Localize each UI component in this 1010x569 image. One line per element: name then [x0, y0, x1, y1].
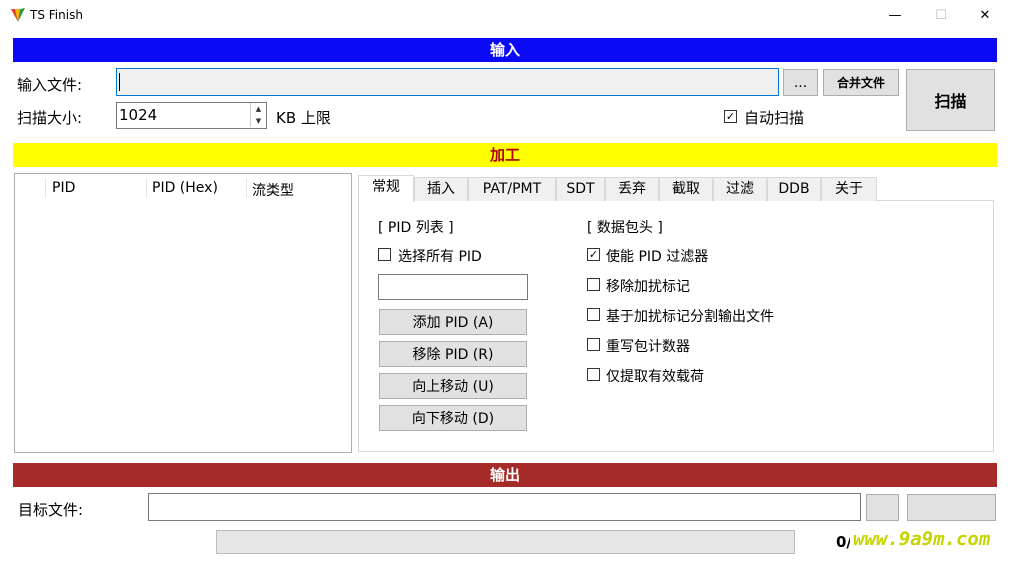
remove-pid-button[interactable]: 移除 PID (R)	[379, 341, 527, 367]
move-up-button[interactable]: 向上移动 (U)	[379, 373, 527, 399]
split-by-scramble-label[interactable]: 基于加扰标记分割输出文件	[606, 306, 774, 326]
input-file-field[interactable]	[116, 68, 779, 96]
spin-down-icon[interactable]: ▼	[250, 115, 266, 127]
title-bar	[0, 0, 1010, 32]
target-file-field[interactable]	[148, 493, 861, 521]
app-icon	[11, 8, 25, 22]
tab-discard[interactable]: 丢弃	[605, 177, 659, 201]
maximize-button[interactable]: ☐	[918, 0, 964, 30]
pid-list[interactable]	[14, 173, 352, 453]
scan-button[interactable]: 扫描	[906, 69, 995, 131]
enable-pid-filter-label[interactable]: 使能 PID 过滤器	[606, 246, 708, 266]
merge-files-button[interactable]: 合并文件	[823, 69, 899, 96]
select-all-pid-checkbox[interactable]	[378, 248, 391, 261]
close-button[interactable]: ✕	[962, 0, 1008, 30]
column-separator	[146, 178, 147, 198]
scan-size-label: 扫描大小:	[17, 109, 83, 127]
column-header-pid-hex[interactable]: PID (Hex)	[152, 180, 218, 196]
target-file-label: 目标文件:	[18, 501, 84, 519]
output-action-button[interactable]	[907, 494, 996, 521]
remove-scramble-label[interactable]: 移除加扰标记	[606, 276, 690, 296]
tab-insert[interactable]: 插入	[414, 177, 468, 201]
tab-about[interactable]: 关于	[821, 177, 877, 201]
tab-ddb[interactable]: DDB	[767, 177, 821, 201]
tab-cut[interactable]: 截取	[659, 177, 713, 201]
spin-up-icon[interactable]: ▲	[250, 103, 266, 115]
auto-scan-label[interactable]: 自动扫描	[744, 107, 804, 128]
tab-pat-pmt[interactable]: PAT/PMT	[468, 177, 556, 201]
pid-entry-input[interactable]	[378, 274, 528, 300]
packet-header-group-label: [ 数据包头 ]	[587, 220, 663, 236]
input-file-label: 输入文件:	[17, 76, 83, 94]
scan-limit-label: KB 上限	[276, 109, 331, 127]
tab-filter[interactable]: 过滤	[713, 177, 767, 201]
column-header-pid[interactable]: PID	[52, 180, 75, 196]
payload-only-label[interactable]: 仅提取有效载荷	[606, 366, 704, 386]
output-section-header: 输出	[13, 463, 997, 487]
column-separator	[246, 178, 247, 198]
remove-scramble-checkbox[interactable]	[587, 278, 600, 291]
minimize-button[interactable]: —	[872, 0, 918, 30]
browse-input-button[interactable]: ...	[783, 69, 818, 96]
window-title: TS Finish	[30, 8, 83, 22]
auto-scan-checkbox[interactable]: ✓	[724, 110, 737, 123]
split-by-scramble-checkbox[interactable]	[587, 308, 600, 321]
column-separator	[45, 178, 46, 198]
pid-list-group-label: [ PID 列表 ]	[378, 220, 454, 236]
column-header-stream-type[interactable]: 流类型	[252, 180, 294, 200]
process-section-header: 加工	[13, 143, 997, 167]
tab-sdt[interactable]: SDT	[556, 177, 605, 201]
text-cursor	[119, 73, 120, 91]
tab-general[interactable]: 常规	[358, 175, 414, 202]
progress-bar	[216, 530, 795, 554]
browse-output-button[interactable]	[866, 494, 899, 521]
enable-pid-filter-checkbox[interactable]: ✓	[587, 248, 600, 261]
add-pid-button[interactable]: 添加 PID (A)	[379, 309, 527, 335]
move-down-button[interactable]: 向下移动 (D)	[379, 405, 527, 431]
watermark: www.9a9m.com	[853, 528, 991, 550]
input-section-header: 输入	[13, 38, 997, 62]
scan-size-value: 1024	[119, 106, 158, 124]
rewrite-counter-checkbox[interactable]	[587, 338, 600, 351]
rewrite-counter-label[interactable]: 重写包计数器	[606, 336, 690, 356]
select-all-pid-label[interactable]: 选择所有 PID	[398, 246, 482, 266]
payload-only-checkbox[interactable]	[587, 368, 600, 381]
